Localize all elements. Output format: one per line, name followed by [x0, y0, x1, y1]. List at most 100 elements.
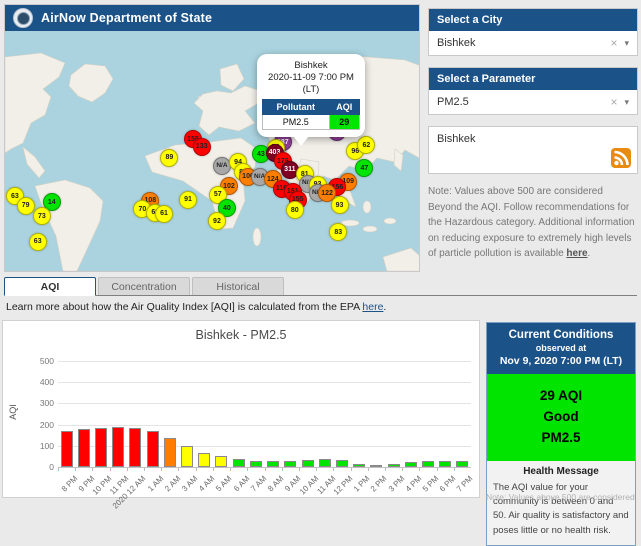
world-map[interactable]: 637914736315513389N/A9481106N/A102574092…: [5, 31, 419, 271]
chart-x-tick: [368, 468, 369, 471]
chart-bar[interactable]: [422, 461, 434, 467]
chart-bar[interactable]: [439, 461, 451, 467]
chart-bar[interactable]: [336, 460, 348, 467]
chart-x-tick: [161, 468, 162, 471]
map-marker[interactable]: 63: [29, 233, 47, 251]
health-message-box: Health Message The AQI value for your co…: [487, 461, 635, 545]
chevron-down-icon[interactable]: ▾: [624, 97, 629, 108]
chart-bar[interactable]: [319, 459, 331, 467]
chart-bar[interactable]: [456, 461, 468, 467]
map-marker[interactable]: 92: [208, 212, 226, 230]
chart-x-tick: [92, 468, 93, 471]
chart-bar[interactable]: [112, 427, 124, 467]
beyond-aqi-note: Note: Values above 500 are considered Be…: [428, 184, 638, 262]
popup-aqi-header: AQI: [329, 99, 359, 114]
conditions-aqi-box: 29 AQI Good PM2.5: [487, 374, 635, 461]
chevron-down-icon[interactable]: ▾: [624, 38, 629, 49]
map-marker[interactable]: 89: [160, 149, 178, 167]
chart-x-label: 4 AM: [197, 474, 216, 493]
chart-x-label: 3 PM: [386, 474, 406, 494]
chart-bar[interactable]: [147, 431, 159, 467]
chart-bar[interactable]: [233, 459, 245, 467]
chart-x-tick: [385, 468, 386, 471]
city-select[interactable]: Bishkek × ▾: [429, 31, 637, 55]
map-marker[interactable]: 79: [17, 197, 35, 215]
tab-historical[interactable]: Historical: [192, 277, 284, 295]
chart-bar[interactable]: [250, 461, 262, 467]
map-marker[interactable]: 80: [286, 201, 304, 219]
chart-x-tick: [75, 468, 76, 471]
chart-bar[interactable]: [61, 431, 73, 467]
chart-x-label: 1 AM: [146, 474, 165, 493]
chart-x-tick: [144, 468, 145, 471]
tab-aqi[interactable]: AQI: [4, 277, 96, 296]
conditions-footnote: Note: Values above 500 are considered Be…: [486, 492, 636, 502]
chart-x-label: 8 PM: [59, 474, 79, 494]
chart-x-tick: [454, 468, 455, 471]
app-header: AirNow Department of State: [5, 5, 419, 31]
health-message-title: Health Message: [493, 466, 629, 477]
chart-bar[interactable]: [164, 438, 176, 467]
chart-x-tick: [196, 468, 197, 471]
app-title: AirNow Department of State: [41, 11, 212, 25]
chart-x-tick: [402, 468, 403, 471]
chart-gridline: [58, 425, 471, 426]
chart-y-tick: 100: [24, 441, 54, 451]
popup-table: Pollutant AQI PM2.5 29: [262, 99, 360, 130]
map-marker[interactable]: 47: [355, 159, 373, 177]
chart-bar[interactable]: [388, 464, 400, 467]
chart-x-label: 2 PM: [369, 474, 389, 494]
popup-pollutant-header: Pollutant: [263, 99, 330, 114]
city-select-block: Select a City Bishkek × ▾: [428, 8, 638, 56]
conditions-title: Current Conditions: [491, 329, 631, 341]
chart-x-label: 10 AM: [297, 474, 319, 496]
conditions-header: Current Conditions observed at Nov 9, 20…: [487, 323, 635, 374]
chart-bar[interactable]: [284, 461, 296, 467]
popup-datetime: 2020-11-09 7:00 PM: [262, 72, 360, 84]
chart-bar[interactable]: [95, 428, 107, 467]
chart-bar[interactable]: [353, 464, 365, 467]
conditions-datetime: Nov 9, 2020 7:00 PM (LT): [491, 355, 631, 367]
map-marker[interactable]: 62: [357, 136, 375, 154]
feed-city-label: Bishkek: [437, 133, 629, 145]
map-marker[interactable]: 93: [331, 196, 349, 214]
map-marker[interactable]: 61: [155, 205, 173, 223]
chart-x-tick: [282, 468, 283, 471]
chart-x-label: 6 PM: [438, 474, 458, 494]
popup-pollutant-value: PM2.5: [263, 114, 330, 129]
chart-bar[interactable]: [215, 456, 227, 467]
note-here-link[interactable]: here: [566, 248, 587, 259]
chart-bar[interactable]: [129, 428, 141, 467]
map-marker[interactable]: 133: [193, 138, 211, 156]
chart-bar[interactable]: [78, 429, 90, 467]
parameter-select[interactable]: PM2.5 × ▾: [429, 90, 637, 114]
current-conditions-panel: Current Conditions observed at Nov 9, 20…: [486, 322, 636, 546]
chart-bar[interactable]: [181, 446, 193, 467]
chart-x-tick: [265, 468, 266, 471]
chart-y-tick: 0: [24, 462, 54, 472]
map-marker[interactable]: 83: [329, 223, 347, 241]
map-marker[interactable]: 73: [33, 207, 51, 225]
chart-gridline: [58, 361, 471, 362]
clear-icon[interactable]: ×: [610, 36, 617, 50]
learn-more-here-link[interactable]: here: [362, 301, 383, 313]
chart-bar[interactable]: [405, 462, 417, 467]
city-select-value: Bishkek: [437, 37, 610, 49]
chart-x-tick: [110, 468, 111, 471]
chart-bar[interactable]: [302, 460, 314, 467]
rss-icon[interactable]: [611, 148, 631, 168]
chart-bar[interactable]: [198, 453, 210, 467]
popup-city: Bishkek: [262, 60, 360, 72]
chart-bar[interactable]: [370, 465, 382, 467]
chart-x-label: 2 AM: [163, 474, 182, 493]
chart-x-label: 7 PM: [455, 474, 475, 494]
chart-x-label: 7 AM: [249, 474, 268, 493]
chart-bar[interactable]: [267, 461, 279, 467]
popup-aqi-value: 29: [329, 114, 359, 129]
clear-icon[interactable]: ×: [610, 95, 617, 109]
map-marker[interactable]: 91: [179, 191, 197, 209]
conditions-category: Good: [491, 407, 631, 428]
sidebar: Select a City Bishkek × ▾ Select a Param…: [428, 8, 638, 262]
chart-x-label: 3 AM: [180, 474, 199, 493]
tab-concentration[interactable]: Concentration: [98, 277, 190, 295]
